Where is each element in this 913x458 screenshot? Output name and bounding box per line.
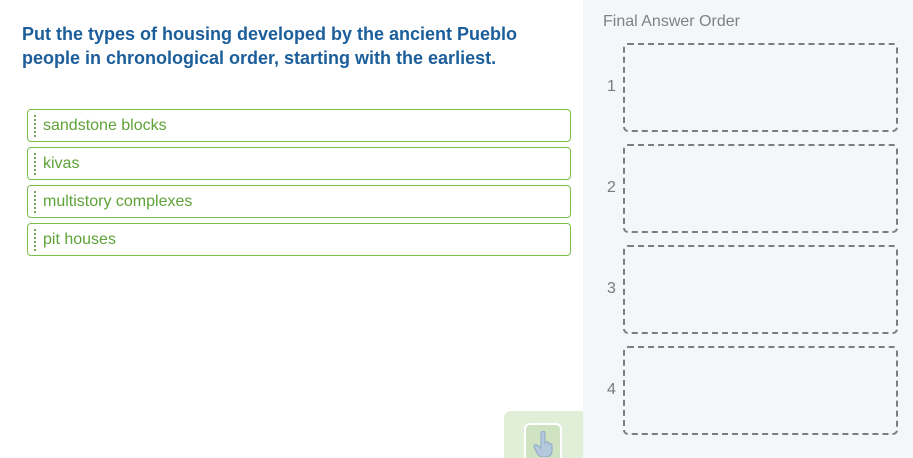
answer-slot-row: 2: [583, 144, 913, 234]
option-multistory-complexes[interactable]: multistory complexes: [27, 185, 571, 218]
option-kivas[interactable]: kivas: [27, 147, 571, 180]
answer-slot-row: 1: [583, 43, 913, 133]
answer-drop-zone-2[interactable]: [623, 144, 898, 233]
grip-dots-icon: [34, 191, 39, 213]
option-label: kivas: [43, 155, 80, 172]
answer-slot-row: 3: [583, 245, 913, 335]
slot-number: 2: [607, 179, 616, 196]
answer-slot-row: 4: [583, 346, 913, 436]
pointing-hand-icon: [533, 431, 553, 457]
slot-number: 3: [607, 280, 616, 297]
final-answer-title: Final Answer Order: [603, 13, 740, 30]
hint-button[interactable]: [524, 423, 562, 458]
final-answer-panel: Final Answer Order 1 2 3 4: [583, 0, 913, 458]
question-text: Put the types of housing developed by th…: [22, 24, 518, 68]
option-pit-houses[interactable]: pit houses: [27, 223, 571, 256]
draggable-options-list: sandstone blocks kivas multistory comple…: [27, 109, 571, 261]
question-pane: Put the types of housing developed by th…: [0, 0, 583, 458]
answer-drop-zone-4[interactable]: [623, 346, 898, 435]
grip-dots-icon: [34, 115, 39, 137]
grip-dots-icon: [34, 153, 39, 175]
option-sandstone-blocks[interactable]: sandstone blocks: [27, 109, 571, 142]
answer-drop-zone-1[interactable]: [623, 43, 898, 132]
option-label: sandstone blocks: [43, 117, 167, 134]
hint-tab: [504, 411, 583, 458]
slot-number: 4: [607, 381, 616, 398]
slot-number: 1: [607, 78, 616, 95]
option-label: multistory complexes: [43, 193, 193, 210]
grip-dots-icon: [34, 229, 39, 251]
option-label: pit houses: [43, 231, 116, 248]
answer-drop-zone-3[interactable]: [623, 245, 898, 334]
